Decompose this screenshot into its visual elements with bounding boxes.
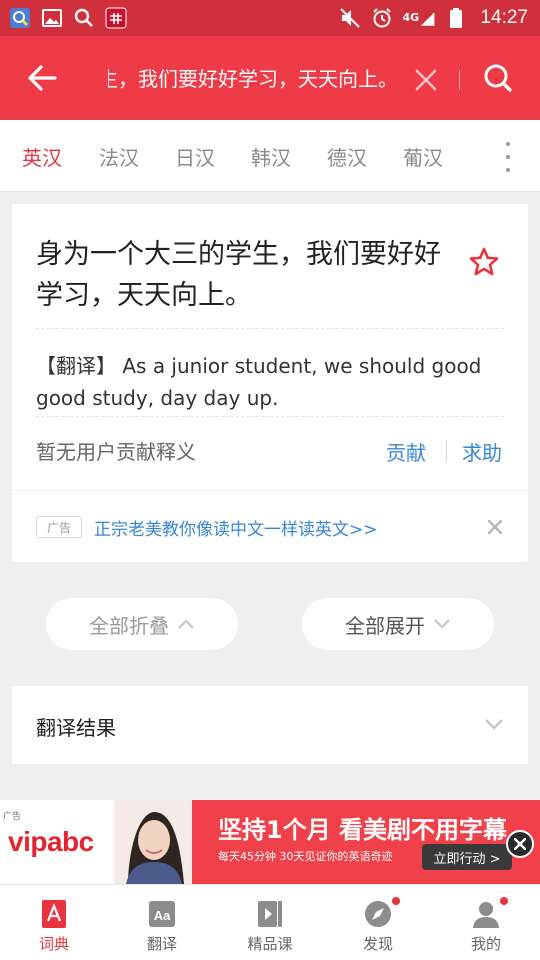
translation-text: 【翻译】 As a junior student, we should good… xyxy=(36,354,482,410)
collapse-all-button[interactable]: 全部折叠 xyxy=(46,598,238,650)
tab-german-chinese[interactable]: 德汉 xyxy=(327,142,367,171)
nav-label: 发现 xyxy=(362,935,393,953)
tab-french-chinese[interactable]: 法汉 xyxy=(99,142,139,171)
notification-badge xyxy=(500,897,508,905)
chevron-down-icon xyxy=(485,719,503,730)
star-icon xyxy=(469,247,499,276)
close-icon xyxy=(415,69,437,91)
image-icon xyxy=(40,6,64,30)
chevron-down-icon xyxy=(434,619,450,629)
banner-photo xyxy=(114,800,192,884)
chevron-up-icon xyxy=(178,619,194,629)
signal-icon: 4G xyxy=(402,6,436,30)
divider xyxy=(36,416,504,417)
nav-discover[interactable]: 发现 xyxy=(324,885,432,960)
link-divider xyxy=(446,440,447,462)
more-languages-button[interactable] xyxy=(496,142,520,172)
banner-cta-button[interactable]: 立即行动 > xyxy=(422,844,512,870)
battery-icon xyxy=(444,6,468,30)
search-icon xyxy=(72,6,96,30)
banner-subline: 每天45分钟 30天见证你的英语奇迹 xyxy=(218,850,393,863)
ad-badge: 广告 xyxy=(36,516,82,538)
nav-label: 翻译 xyxy=(146,935,177,953)
clear-button[interactable] xyxy=(410,64,442,96)
course-icon xyxy=(258,901,282,927)
source-text: 身为一个大三的学生，我们要好好学习，天天向上。 xyxy=(36,239,441,311)
expand-all-button[interactable]: 全部展开 xyxy=(302,598,494,650)
divider xyxy=(36,328,504,329)
banner-ad[interactable]: 广告 vipabc 坚持1个月 看美剧不用字幕 每天45分钟 30天见证你的英语… xyxy=(0,800,540,884)
mute-icon xyxy=(338,6,362,30)
banner-brand-panel: 广告 vipabc xyxy=(0,800,114,884)
dictionary-icon xyxy=(42,900,66,928)
divider xyxy=(12,490,528,491)
close-icon xyxy=(514,838,526,850)
expand-all-label: 全部展开 xyxy=(345,613,425,638)
ad-link[interactable]: 正宗老美教你像读中文一样读英文>> xyxy=(94,515,378,540)
nav-label: 我的 xyxy=(470,935,501,953)
back-button[interactable] xyxy=(22,58,62,98)
favorite-button[interactable] xyxy=(468,246,504,282)
header-divider xyxy=(459,70,460,90)
tab-portuguese-chinese[interactable]: 葡汉 xyxy=(403,142,443,171)
brand-logo: vipabc xyxy=(8,826,94,857)
contribute-link[interactable]: 贡献 xyxy=(386,437,426,466)
bottom-navigation: 词典 Aa 翻译 精品课 发现 我的 xyxy=(0,884,540,960)
translate-icon: Aa xyxy=(149,901,175,927)
banner-ad-label: 广告 xyxy=(3,812,22,822)
language-tabs: 英汉 法汉 日汉 韩汉 德汉 葡汉 xyxy=(0,120,540,192)
tab-english-chinese[interactable]: 英汉 xyxy=(22,142,62,171)
search-input[interactable]: 身为一个大三的学生，我们要好好学习，天天向上。 xyxy=(108,64,398,94)
status-time: 14:27 xyxy=(480,7,528,28)
nav-dictionary[interactable]: 词典 xyxy=(0,885,108,960)
no-user-definition-text: 暂无用户贡献释义 xyxy=(36,440,196,464)
result-card: 身为一个大三的学生，我们要好好学习，天天向上。 【翻译】 As a junior… xyxy=(12,204,528,562)
arrow-left-icon xyxy=(28,65,57,91)
banner-close-button[interactable] xyxy=(506,830,534,858)
nav-translate[interactable]: Aa 翻译 xyxy=(108,885,216,960)
status-bar: 4G 14:27 xyxy=(0,0,540,36)
nav-label: 精品课 xyxy=(247,935,293,953)
notification-badge xyxy=(392,897,400,905)
app-notification-icon xyxy=(104,6,128,30)
discover-icon xyxy=(365,901,391,927)
collapse-all-label: 全部折叠 xyxy=(89,613,169,638)
alarm-icon xyxy=(370,6,394,30)
ad-close-button[interactable] xyxy=(482,514,508,540)
translation-result-section[interactable]: 翻译结果 xyxy=(12,686,528,764)
nav-profile[interactable]: 我的 xyxy=(432,885,540,960)
svg-text:Aa: Aa xyxy=(154,908,171,923)
map-app-icon xyxy=(8,6,32,30)
help-link[interactable]: 求助 xyxy=(462,437,502,466)
close-icon xyxy=(487,519,503,535)
search-icon xyxy=(484,64,512,92)
banner-headline: 坚持1个月 看美剧不用字幕 xyxy=(218,816,508,844)
nav-course[interactable]: 精品课 xyxy=(216,885,324,960)
tab-japanese-chinese[interactable]: 日汉 xyxy=(175,142,215,171)
search-button[interactable] xyxy=(478,58,518,98)
nav-label: 词典 xyxy=(38,935,69,953)
search-header: 身为一个大三的学生，我们要好好学习，天天向上。 xyxy=(0,36,540,120)
profile-icon xyxy=(473,902,499,928)
section-title: 翻译结果 xyxy=(36,716,116,740)
tab-korean-chinese[interactable]: 韩汉 xyxy=(251,142,291,171)
